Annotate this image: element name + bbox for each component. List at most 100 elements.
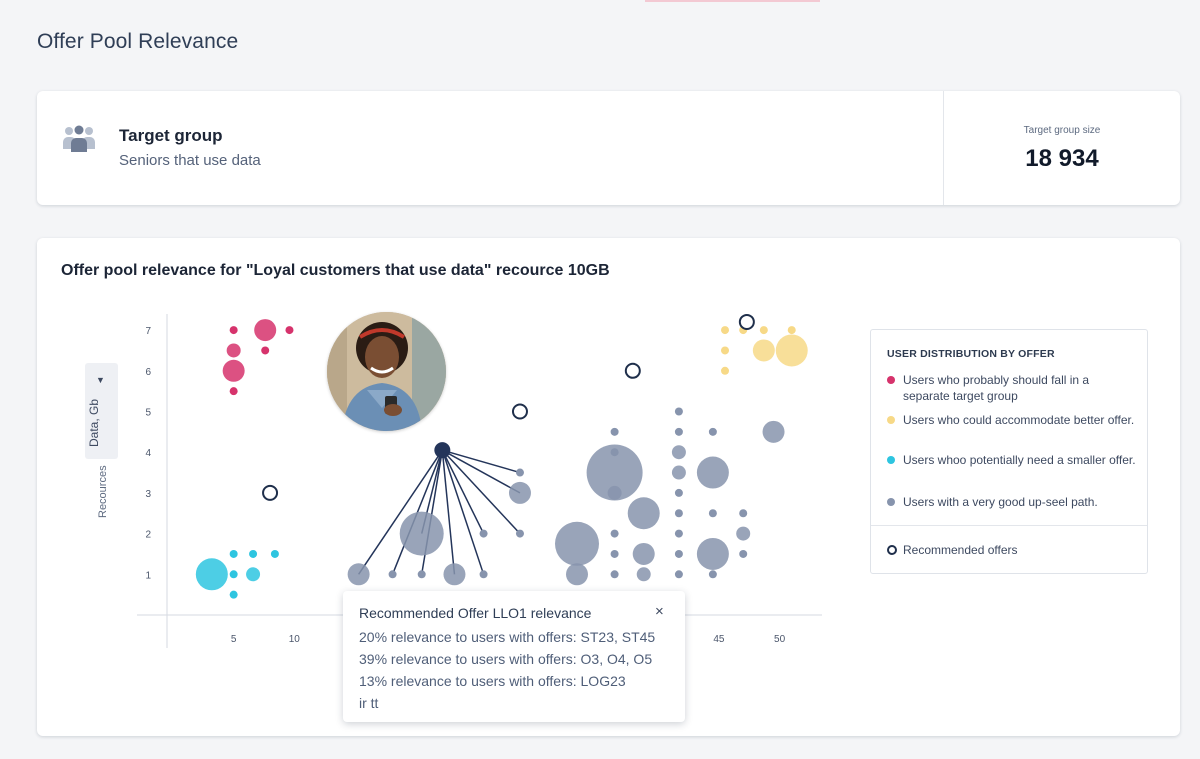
legend-label: Users who could accommodate better offer…	[903, 413, 1135, 427]
data-point	[721, 326, 730, 335]
data-point	[721, 366, 730, 375]
target-group-card: Target group Seniors that use data Targe…	[37, 91, 1180, 205]
y-tick-label: 6	[145, 367, 151, 378]
top-accent-bar	[645, 0, 820, 2]
selected-offer-point	[434, 442, 451, 459]
data-point	[479, 529, 488, 538]
data-point	[632, 542, 655, 565]
legend-item-separate-group[interactable]: Users who probably should fall in a sepa…	[887, 372, 1137, 404]
popover-title: Recommended Offer LLO1 relevance	[359, 605, 592, 621]
data-point	[708, 509, 717, 518]
data-point	[671, 445, 686, 460]
relevance-connector	[442, 449, 521, 474]
data-point	[246, 567, 261, 582]
legend-item-upsell-path[interactable]: Users with a very good up-seel path.	[887, 494, 1137, 510]
close-icon[interactable]: ×	[655, 603, 664, 620]
data-point	[515, 468, 524, 477]
data-point	[674, 509, 683, 518]
data-point	[775, 334, 808, 367]
data-point	[610, 529, 619, 538]
legend-dot	[887, 376, 895, 384]
data-point	[270, 549, 279, 558]
legend-item-recommended[interactable]: Recommended offers	[887, 542, 1137, 558]
legend-dot	[887, 416, 895, 424]
data-point	[708, 427, 717, 436]
data-point	[388, 570, 397, 579]
legend-label: Users who probably should fall in a sepa…	[903, 373, 1090, 403]
data-point	[674, 529, 683, 538]
data-point	[674, 549, 683, 558]
data-point	[736, 526, 751, 541]
x-tick-label: 10	[289, 634, 301, 645]
target-group-subtitle: Seniors that use data	[119, 152, 261, 169]
data-point	[708, 570, 717, 579]
data-point	[607, 485, 622, 500]
data-point	[759, 326, 768, 335]
data-point	[671, 465, 686, 480]
data-point	[261, 346, 270, 355]
data-point	[417, 570, 426, 579]
data-point	[565, 563, 588, 586]
user-avatar-photo	[327, 312, 446, 431]
data-point	[229, 326, 238, 335]
data-point	[229, 570, 238, 579]
x-tick-label: 50	[774, 634, 786, 645]
data-point	[696, 537, 729, 570]
data-point	[347, 563, 370, 586]
recommended-offer-marker	[262, 484, 279, 501]
data-point	[610, 448, 619, 457]
legend-label: Users with a very good up-seel path.	[903, 495, 1098, 509]
data-point	[610, 570, 619, 579]
relevance-connector	[441, 449, 521, 535]
legend-label: Recommended offers	[903, 543, 1018, 557]
y-axis-selector[interactable]: ▼ Data, Gb	[85, 363, 118, 459]
data-point	[787, 326, 796, 335]
legend-divider	[871, 525, 1147, 526]
y-tick-label: 3	[145, 489, 151, 500]
data-point	[752, 339, 775, 362]
data-point	[229, 387, 238, 396]
data-point	[508, 481, 531, 504]
y-tick-label: 5	[145, 408, 151, 419]
data-point	[674, 407, 683, 416]
legend-title: USER DISTRIBUTION BY OFFER	[887, 348, 1055, 360]
caret-down-icon: ▼	[96, 375, 105, 385]
data-point	[696, 456, 729, 489]
x-tick-label: 5	[231, 634, 237, 645]
data-point	[443, 563, 466, 586]
legend-dot	[887, 456, 895, 464]
legend-item-smaller-offer[interactable]: Users whoo potentially need a smaller of…	[887, 452, 1137, 468]
y-tick-label: 4	[145, 448, 151, 459]
target-group-size-value: 18 934	[1025, 145, 1099, 172]
data-point	[226, 343, 241, 358]
data-point	[721, 346, 730, 355]
legend-dot	[887, 498, 895, 506]
person-photo-icon	[327, 312, 446, 431]
y-tick-label: 2	[145, 530, 151, 541]
popover-line: 20% relevance to users with offers: ST23…	[359, 629, 656, 645]
data-point	[195, 558, 228, 591]
target-group-title: Target group	[119, 126, 223, 145]
legend-label: Users whoo potentially need a smaller of…	[903, 453, 1136, 467]
popover-line: ir tt	[359, 695, 379, 711]
y-tick-label: 7	[145, 326, 151, 337]
data-point	[285, 326, 294, 335]
data-point	[674, 488, 683, 497]
data-point	[636, 567, 651, 582]
x-tick-label: 45	[713, 634, 725, 645]
popover-line: 39% relevance to users with offers: O3, …	[359, 651, 653, 667]
data-point	[399, 511, 444, 556]
data-point	[739, 509, 748, 518]
data-point	[674, 570, 683, 579]
y-tick-label: 1	[145, 570, 151, 581]
y-axis-label: Recources	[97, 465, 109, 518]
y-axis-selector-label: Data, Gb	[87, 398, 101, 447]
chart-legend: USER DISTRIBUTION BY OFFER Users who pro…	[870, 329, 1148, 574]
data-point	[674, 427, 683, 436]
popover-line: 13% relevance to users with offers: LOG2…	[359, 673, 626, 689]
target-group-size-label: Target group size	[1023, 125, 1101, 136]
page-title: Offer Pool Relevance	[37, 30, 239, 53]
offer-pool-chart-card: Offer pool relevance for "Loyal customer…	[37, 238, 1180, 736]
data-point	[515, 529, 524, 538]
legend-item-better-offer[interactable]: Users who could accommodate better offer…	[887, 412, 1137, 428]
